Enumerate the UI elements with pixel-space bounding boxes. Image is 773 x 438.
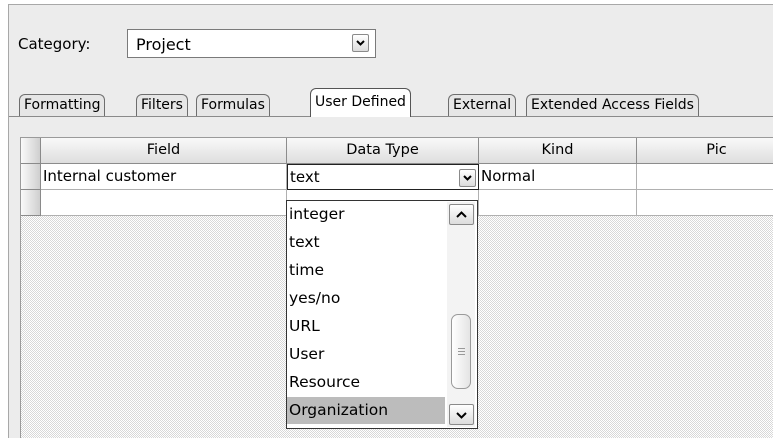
column-header-pick[interactable]: Pic [637, 138, 773, 164]
category-select[interactable]: Project [127, 29, 376, 58]
table-row: Internal customer text Normal [21, 164, 773, 190]
kind-cell[interactable] [479, 190, 637, 216]
data-type-value: text [290, 168, 320, 186]
pick-cell[interactable] [637, 164, 773, 190]
tab-formatting[interactable]: Formatting [19, 94, 106, 116]
dialog-panel: Category: Project Formatting Filters For… [8, 4, 773, 438]
dropdown-scrollbar[interactable] [447, 202, 475, 427]
dropdown-item-yes-no[interactable]: yes/no [287, 285, 445, 312]
chevron-up-icon [456, 211, 467, 218]
tab-external[interactable]: External [448, 94, 517, 116]
tab-filters[interactable]: Filters [136, 94, 188, 116]
column-header-field[interactable]: Field [41, 138, 287, 164]
dropdown-item-resource[interactable]: Resource [287, 369, 445, 396]
tab-user-defined[interactable]: User Defined [310, 88, 411, 117]
kind-cell[interactable]: Normal [479, 164, 637, 190]
dropdown-item-text[interactable]: text [287, 229, 445, 256]
data-type-dropdown-button[interactable] [459, 169, 476, 187]
tab-strip: Formatting Filters Formulas User Defined… [9, 86, 773, 117]
dropdown-item-time[interactable]: time [287, 257, 445, 284]
scroll-down-button[interactable] [449, 404, 474, 425]
corner-header [21, 138, 41, 164]
chevron-down-icon [456, 412, 467, 419]
data-type-dropdown-list: integer text time yes/no URL User Resour… [286, 200, 478, 429]
dropdown-item-url[interactable]: URL [287, 313, 445, 340]
row-header[interactable] [21, 164, 41, 190]
chevron-down-icon [356, 40, 365, 46]
field-cell[interactable] [41, 190, 287, 216]
row-header[interactable] [21, 190, 41, 216]
dropdown-item-user[interactable]: User [287, 341, 445, 368]
category-value: Project [136, 35, 191, 54]
scroll-thumb[interactable] [451, 314, 471, 389]
tab-formulas[interactable]: Formulas [196, 94, 270, 116]
column-header-data-type[interactable]: Data Type [287, 138, 479, 164]
category-label: Category: [18, 35, 91, 53]
dropdown-item-integer[interactable]: integer [287, 201, 445, 228]
grid-header-row: Field Data Type Kind Pic [21, 138, 773, 164]
tab-extended-access-fields[interactable]: Extended Access Fields [526, 94, 699, 116]
column-header-kind[interactable]: Kind [479, 138, 637, 164]
chevron-down-icon [463, 175, 472, 181]
scroll-up-button[interactable] [449, 204, 474, 225]
data-type-combo[interactable]: text [287, 164, 479, 190]
dropdown-item-organization[interactable]: Organization [287, 397, 445, 424]
pick-cell[interactable] [637, 190, 773, 216]
field-cell[interactable]: Internal customer [41, 164, 287, 190]
category-dropdown-button[interactable] [352, 34, 369, 52]
